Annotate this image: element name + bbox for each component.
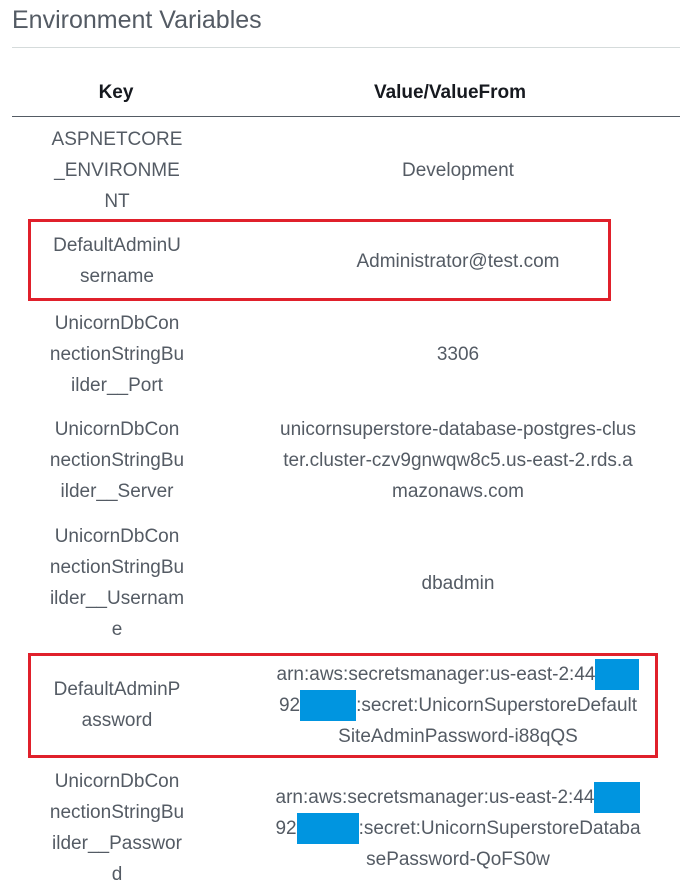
variable-value: unicornsuperstore-database-postgres-clus… bbox=[280, 418, 636, 502]
variable-key: UnicornDbCon nectionStringBu ilder__Pass… bbox=[49, 771, 185, 885]
variable-key: UnicornDbCon nectionStringBu ilder__User… bbox=[49, 526, 185, 640]
table-row: UnicornDbCon nectionStringBu ilder__User… bbox=[12, 521, 680, 645]
variable-value: dbadmin bbox=[421, 572, 495, 594]
highlight-box bbox=[28, 219, 611, 301]
table-row: UnicornDbCon nectionStringBu ilder__Serv… bbox=[12, 414, 680, 506]
environment-variables-panel: Environment Variables Key Value/ValueFro… bbox=[0, 0, 686, 896]
variable-value: 3306 bbox=[436, 343, 480, 365]
redaction-block bbox=[296, 812, 359, 844]
variable-value: arn:aws:secretsmanager:us-east-2:44 92:s… bbox=[220, 781, 680, 875]
column-header-value: Value/ValueFrom bbox=[373, 82, 527, 103]
table-row: UnicornDbCon nectionStringBu ilder__Port… bbox=[12, 308, 680, 400]
table-row: ASPNETCORE _ENVIRONME NT Development bbox=[12, 124, 680, 216]
column-header-key: Key bbox=[98, 82, 134, 103]
variable-key: UnicornDbCon nectionStringBu ilder__Serv… bbox=[49, 418, 185, 502]
variable-key: UnicornDbCon nectionStringBu ilder__Port bbox=[49, 312, 185, 396]
highlight-box bbox=[28, 653, 658, 758]
variable-value: Development bbox=[402, 159, 514, 181]
table-row: UnicornDbCon nectionStringBu ilder__Pass… bbox=[12, 766, 680, 890]
title-divider bbox=[12, 47, 680, 48]
redaction-block bbox=[594, 781, 641, 813]
header-divider bbox=[12, 116, 680, 117]
variable-key: ASPNETCORE _ENVIRONME NT bbox=[51, 128, 183, 212]
section-title: Environment Variables bbox=[12, 6, 262, 34]
